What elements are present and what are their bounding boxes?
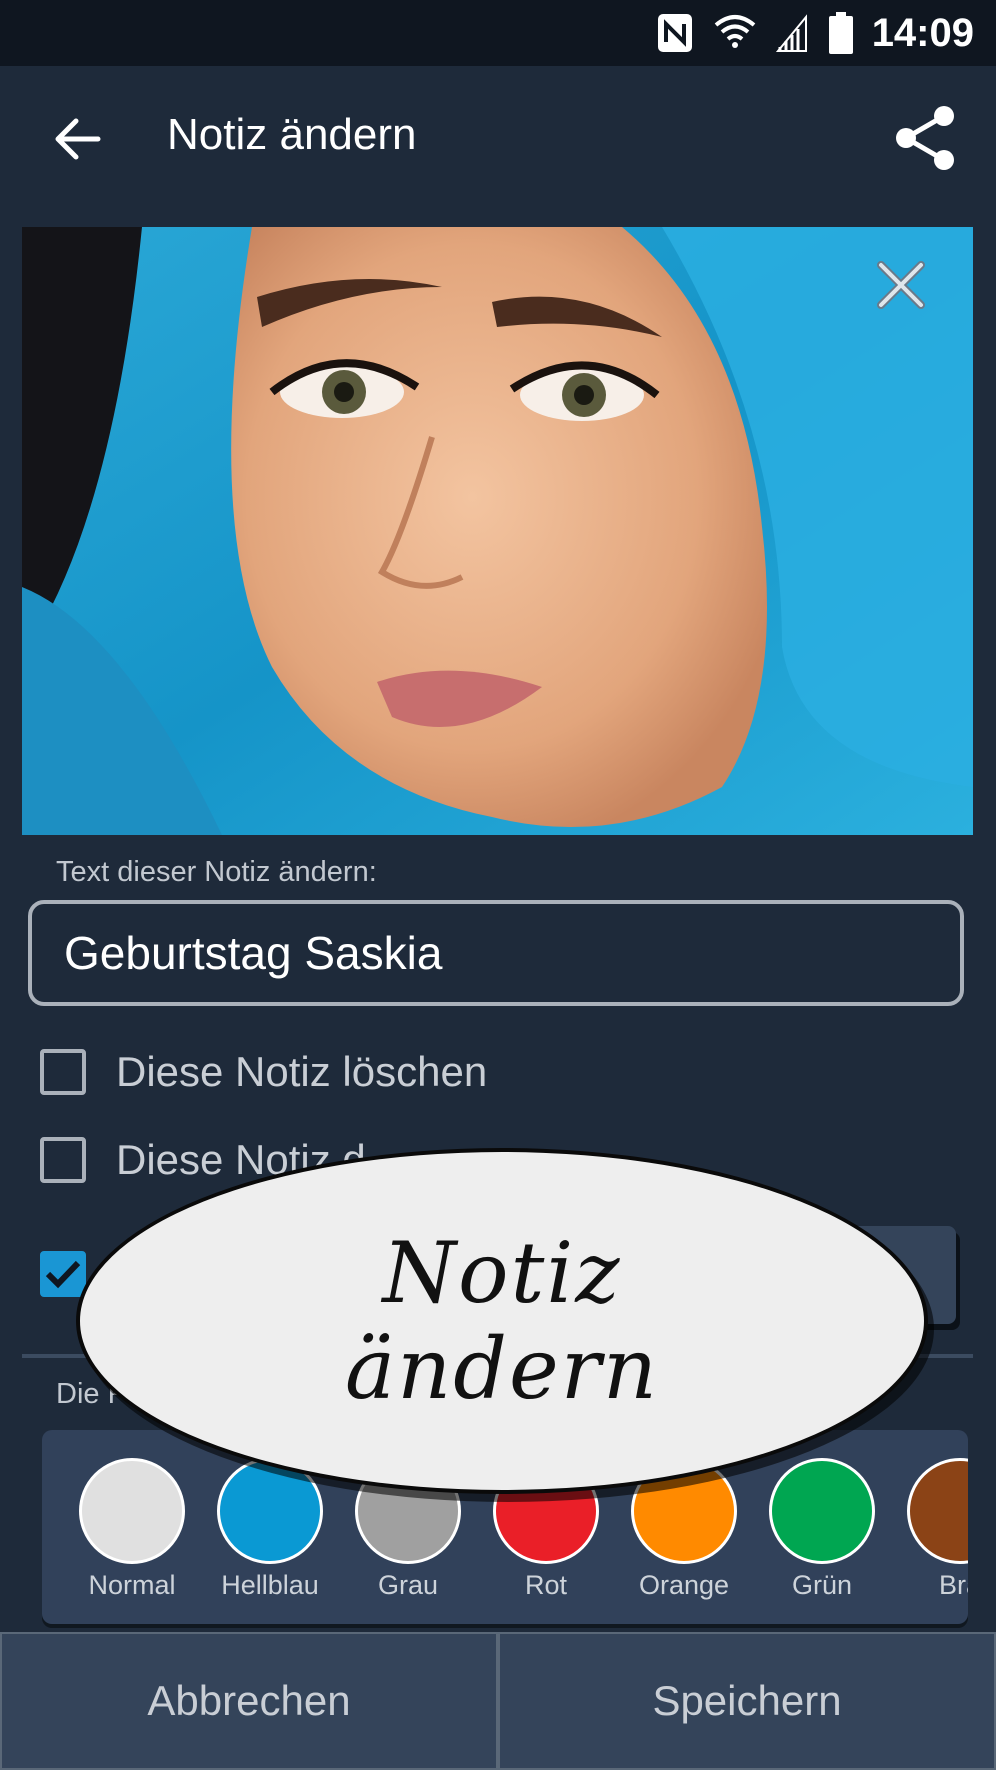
status-time: 14:09 — [871, 10, 974, 55]
signal-icon — [775, 10, 808, 56]
color-swatch-braun[interactable]: Bra — [904, 1458, 968, 1601]
color-dot — [79, 1458, 185, 1564]
nfc-icon — [656, 10, 694, 56]
color-dot — [769, 1458, 875, 1564]
page-title: Notiz ändern — [167, 110, 417, 159]
callout-line-2: ändern — [345, 1320, 659, 1418]
color-dot — [907, 1458, 968, 1564]
app-bar: Notiz ändern — [0, 66, 996, 210]
color-swatch-hellblau[interactable]: Hellblau — [214, 1458, 326, 1601]
check-icon — [45, 1260, 81, 1289]
text-field-label: Text dieser Notiz ändern: — [56, 856, 377, 888]
color-name: Rot — [524, 1570, 568, 1600]
delete-note-row[interactable]: Diese Notiz löschen — [40, 1042, 487, 1102]
note-text-input[interactable]: Geburtstag Saskia — [28, 900, 964, 1006]
status-bar: 14:09 — [0, 0, 996, 66]
delete-note-checkbox[interactable] — [40, 1049, 86, 1095]
photo-image — [22, 227, 973, 835]
close-x-icon[interactable] — [871, 255, 931, 315]
note-option-checkbox[interactable] — [40, 1137, 86, 1183]
arrow-left-icon[interactable] — [44, 106, 110, 172]
callout-line-1: Notiz — [382, 1224, 622, 1322]
cancel-button[interactable]: Abbrechen — [0, 1632, 498, 1770]
wifi-icon — [714, 10, 756, 56]
color-swatch-normal[interactable]: Normal — [76, 1458, 188, 1601]
share-icon[interactable] — [886, 98, 966, 178]
color-name: Bra — [938, 1570, 968, 1600]
color-swatch-gruen[interactable]: Grün — [766, 1458, 878, 1601]
bottom-action-bar: Abbrechen Speichern — [0, 1632, 996, 1770]
color-name: Grün — [791, 1570, 853, 1600]
color-name: Hellblau — [221, 1570, 319, 1600]
checked-option-checkbox[interactable] — [40, 1251, 86, 1297]
battery-icon — [828, 10, 854, 56]
callout-bubble: Notiz ändern — [76, 1148, 928, 1494]
color-name: Orange — [638, 1570, 730, 1600]
save-button[interactable]: Speichern — [498, 1632, 996, 1770]
note-photo — [22, 227, 973, 835]
color-name: Normal — [88, 1570, 176, 1600]
color-name: Grau — [377, 1570, 439, 1600]
delete-note-label: Diese Notiz löschen — [116, 1048, 488, 1095]
